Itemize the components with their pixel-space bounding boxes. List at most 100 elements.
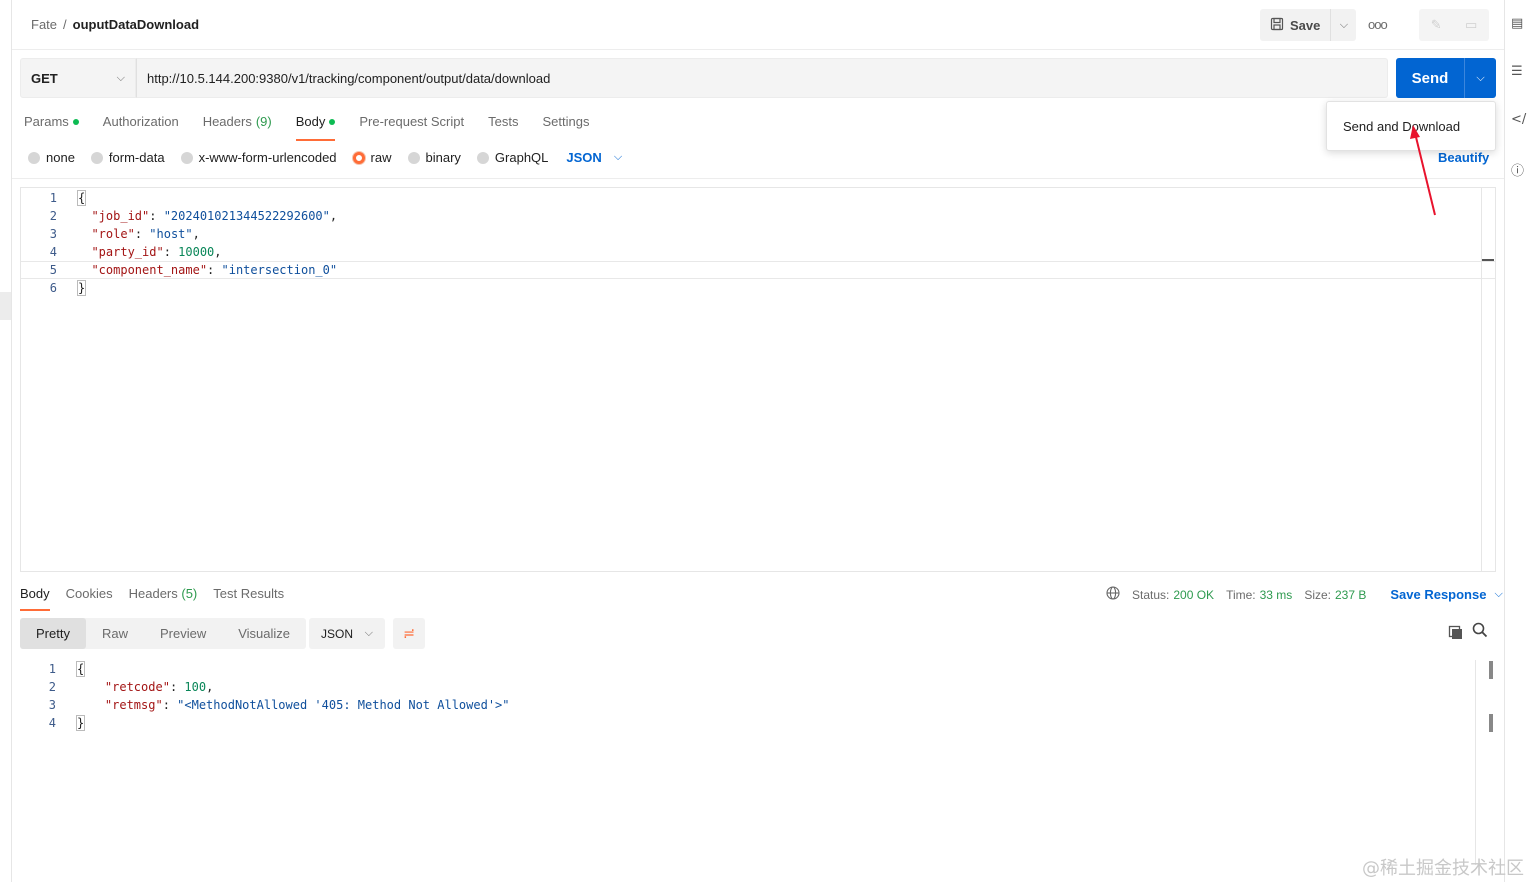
code-line: 4} <box>20 714 86 732</box>
view-raw[interactable]: Raw <box>86 618 144 649</box>
response-tab-test-results[interactable]: Test Results <box>213 586 284 611</box>
edit-icon[interactable]: ✎ <box>1431 17 1442 33</box>
response-scrollbar[interactable] <box>1475 660 1476 865</box>
url-input[interactable]: http://10.5.144.200:9380/v1/tracking/com… <box>136 58 1388 98</box>
send-button[interactable]: Send <box>1396 58 1464 98</box>
radio-raw[interactable]: raw <box>352 150 392 165</box>
code-text: } <box>76 715 86 731</box>
wrap-lines-button[interactable]: ≓ <box>393 618 425 649</box>
radio-label: none <box>46 150 75 165</box>
tab-body[interactable]: Body <box>295 114 336 141</box>
save-response-button[interactable]: Save Response ⌵ <box>1390 587 1502 602</box>
more-actions-button[interactable]: ooo <box>1368 17 1388 32</box>
json-value: 10000 <box>178 245 215 259</box>
radio-binary[interactable]: binary <box>407 150 461 165</box>
method-value: GET <box>31 70 58 86</box>
radio-button[interactable] <box>28 151 40 164</box>
json-key: "retcode" <box>104 680 170 694</box>
tab-label: Params <box>24 114 69 129</box>
scroll-marker <box>1489 661 1493 679</box>
request-body-editor[interactable]: 1{ 2 "job_id": "202401021344522292600", … <box>20 187 1496 572</box>
radio-label: raw <box>370 150 392 165</box>
tab-settings[interactable]: Settings <box>542 114 589 141</box>
globe-icon[interactable] <box>1106 586 1120 603</box>
radio-form-data[interactable]: form-data <box>90 150 165 165</box>
method-select[interactable]: GET ⌵ <box>20 58 136 98</box>
view-visualize[interactable]: Visualize <box>222 618 306 649</box>
save-options-button[interactable]: ⌵ <box>1331 9 1356 41</box>
code-line: 1{ <box>20 660 86 678</box>
chevron-down-icon: ⌵ <box>613 151 623 163</box>
json-punct: , <box>206 680 214 694</box>
response-tab-headers[interactable]: Headers (5) <box>129 586 198 611</box>
size-label: Size: <box>1304 587 1331 602</box>
beautify-button[interactable]: Beautify <box>1438 150 1489 165</box>
search-icon[interactable] <box>1472 622 1488 642</box>
send-options-button[interactable]: ⌵ <box>1464 58 1496 98</box>
line-number: 1 <box>49 191 57 205</box>
comment-icon[interactable]: ▭ <box>1465 17 1477 33</box>
json-key: "party_id" <box>91 245 164 259</box>
language-select[interactable]: JSON ⌵ <box>566 150 622 165</box>
view-pretty[interactable]: Pretty <box>20 618 86 649</box>
copy-icon[interactable] <box>1448 625 1464 645</box>
json-key: "component_name" <box>91 263 208 277</box>
tab-authorization[interactable]: Authorization <box>103 114 179 141</box>
line-number: 2 <box>49 209 57 223</box>
status-label: Status: <box>1132 587 1170 602</box>
size-value[interactable]: 237 B <box>1335 588 1366 602</box>
tab-label: Headers <box>128 586 178 601</box>
send-and-download-menu-item[interactable]: Send and Download <box>1326 101 1496 151</box>
breadcrumb-parent[interactable]: Fate <box>31 17 57 32</box>
radio-button[interactable] <box>90 151 103 164</box>
json-value: "host" <box>149 227 193 241</box>
code-text: { <box>76 661 86 677</box>
radio-none[interactable]: none <box>28 150 75 165</box>
radio-button[interactable] <box>407 151 420 164</box>
view-preview[interactable]: Preview <box>144 618 222 649</box>
scroll-marker <box>1482 259 1494 261</box>
radio-urlencoded[interactable]: x-www-form-urlencoded <box>180 150 337 165</box>
close-brace: } <box>76 715 86 731</box>
radio-button[interactable] <box>180 151 193 164</box>
line-number: 2 <box>48 680 56 694</box>
watermark: @稀土掘金技术社区 <box>1362 858 1524 879</box>
tab-pre-request-script[interactable]: Pre-request Script <box>359 114 464 141</box>
request-name[interactable]: ouputDataDownload <box>73 17 199 32</box>
response-meta: Status: 200 OK Time: 33 ms Size: 237 B Save… <box>1106 586 1503 603</box>
save-button[interactable]: Save <box>1260 9 1332 41</box>
radio-button[interactable] <box>476 151 489 164</box>
code-line: 2 "job_id": "202401021344522292600", <box>21 207 337 225</box>
tab-params[interactable]: Params <box>24 114 79 141</box>
open-brace: { <box>77 190 87 206</box>
radio-button-selected[interactable] <box>352 151 365 164</box>
response-tab-body[interactable]: Body <box>20 586 50 611</box>
info-icon[interactable]: ⓘ <box>1511 160 1524 179</box>
json-key: "role" <box>91 227 135 241</box>
comments-icon[interactable]: ☰ <box>1511 64 1523 79</box>
chevron-down-icon: ⌵ <box>1339 18 1349 31</box>
response-format-select[interactable]: JSON ⌵ <box>309 618 385 649</box>
response-tab-cookies[interactable]: Cookies <box>66 586 113 611</box>
tab-headers[interactable]: Headers (9) <box>203 114 272 141</box>
body-indicator-dot <box>329 118 336 125</box>
sidebar-resize-handle[interactable] <box>0 292 11 320</box>
code-text: "retcode": 100, <box>104 680 214 694</box>
documentation-icon[interactable]: ▤ <box>1511 16 1523 31</box>
editor-scrollbar[interactable] <box>1481 188 1482 571</box>
line-number: 3 <box>49 227 57 241</box>
tab-label: Authorization <box>102 114 179 129</box>
chevron-down-icon: ⌵ <box>1476 71 1485 84</box>
status-value[interactable]: 200 OK <box>1173 588 1214 602</box>
save-label: Save <box>1290 17 1321 33</box>
response-body-viewer[interactable]: 1{ 2 "retcode": 100, 3 "retmsg": "<Metho… <box>20 660 1496 865</box>
tab-label: Headers <box>202 114 252 129</box>
time-value[interactable]: 33 ms <box>1260 588 1293 602</box>
radio-graphql[interactable]: GraphQL <box>476 150 548 165</box>
line-number: 4 <box>48 716 56 730</box>
wrap-icon: ≓ <box>403 625 415 641</box>
right-sidebar: ▤ ☰ </ ⓘ <box>1504 0 1530 882</box>
breadcrumb: Fate / ouputDataDownload <box>31 17 199 32</box>
tab-tests[interactable]: Tests <box>488 114 518 141</box>
code-icon[interactable]: </ <box>1511 112 1526 127</box>
